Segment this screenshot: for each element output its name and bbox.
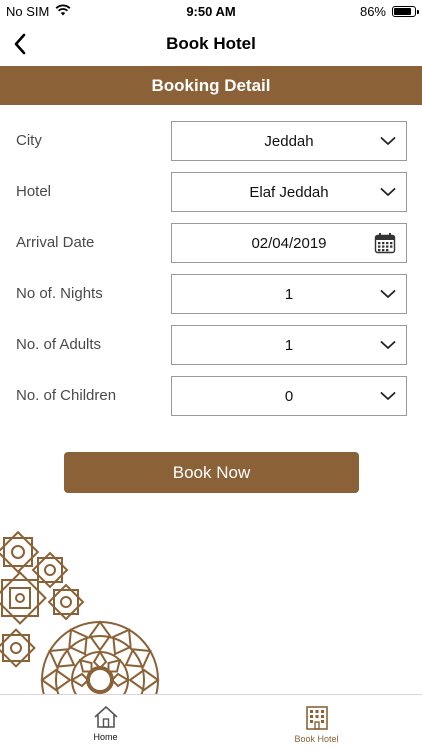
section-header: Booking Detail [0,66,422,105]
chevron-down-icon [380,340,396,350]
decorative-pattern [0,530,160,695]
chevron-down-icon [380,136,396,146]
city-label: City [16,132,42,149]
hotel-dropdown[interactable]: Elaf Jeddah [171,172,407,212]
calendar-icon[interactable] [374,232,396,254]
chevron-down-icon [380,187,396,197]
city-row: City Jeddah [0,121,422,161]
chevron-down-icon [380,391,396,401]
tab-home[interactable]: Home [0,695,211,750]
adults-row: No. of Adults 1 [0,325,422,365]
nights-row: No of. Nights 1 [0,274,422,314]
status-right: 86% [359,4,419,19]
children-row: No. of Children 0 [0,376,422,416]
tab-book-hotel[interactable]: Book Hotel [211,695,422,750]
status-bar: No SIM 9:50 AM 86% [0,0,422,24]
tab-home-label: Home [93,732,118,742]
nights-value: 1 [284,285,294,303]
battery-icon [392,6,419,17]
children-dropdown[interactable]: 0 [171,376,407,416]
hotel-row: Hotel Elaf Jeddah [0,172,422,212]
city-value: Jeddah [264,132,314,150]
hotel-value: Elaf Jeddah [249,183,329,201]
book-now-button[interactable]: Book Now [64,452,359,493]
chevron-down-icon [380,289,396,299]
arrival-date-row: Arrival Date 02/04/2019 [0,223,422,263]
adults-dropdown[interactable]: 1 [171,325,407,365]
battery-percent: 86% [359,4,386,19]
city-dropdown[interactable]: Jeddah [171,121,407,161]
home-icon [93,706,118,728]
children-label: No. of Children [16,387,117,404]
adults-value: 1 [284,336,294,354]
nights-dropdown[interactable]: 1 [171,274,407,314]
hotel-building-icon [305,706,328,730]
arrival-date-field[interactable]: 02/04/2019 [171,223,407,263]
tab-bar: Home Book Hotel [0,694,422,750]
arrival-date-label: Arrival Date [16,234,95,251]
page-title: Book Hotel [166,34,256,53]
status-time: 9:50 AM [186,4,236,19]
adults-label: No. of Adults [16,336,102,353]
hotel-label: Hotel [16,183,52,200]
tab-book-hotel-label: Book Hotel [294,734,339,744]
arrival-date-value: 02/04/2019 [251,234,327,252]
children-value: 0 [284,387,294,405]
nights-label: No of. Nights [16,285,103,302]
navigation-bar: Book Hotel [0,24,422,66]
